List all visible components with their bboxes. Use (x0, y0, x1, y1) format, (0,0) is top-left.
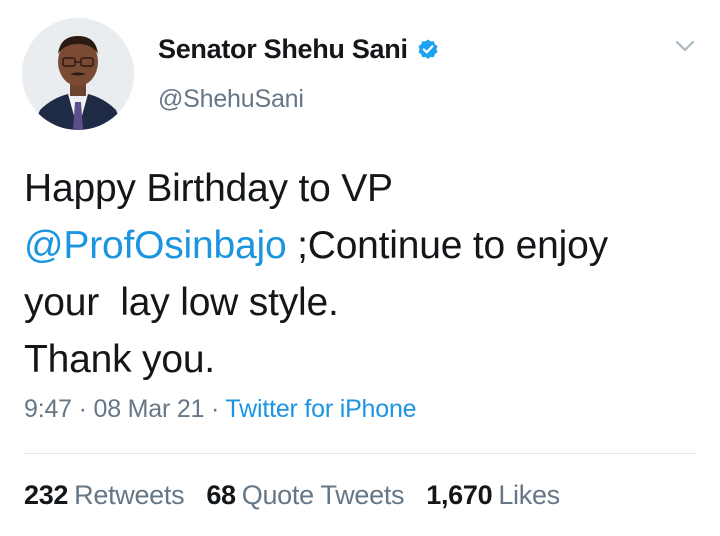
meta-separator: · (71, 395, 94, 423)
mention-link[interactable]: @ProfOsinbajo (24, 224, 287, 267)
quote-tweets-count: 68 (206, 480, 236, 510)
tweet-line-1: Happy Birthday to VP (24, 167, 393, 210)
likes-count: 1,670 (426, 480, 493, 510)
likes-stat[interactable]: 1,670 Likes (426, 480, 560, 511)
divider (24, 453, 696, 454)
profile-photo-icon (22, 18, 134, 130)
retweets-stat[interactable]: 232 Retweets (24, 480, 185, 511)
tweet-time[interactable]: 9:47 (24, 395, 72, 423)
tweet-stats: 232 Retweets 68 Quote Tweets 1,670 Likes (24, 480, 582, 511)
avatar[interactable] (22, 18, 134, 130)
chevron-down-icon[interactable] (673, 36, 697, 56)
tweet-line-2-text: ;Continue to enjoy (286, 224, 608, 267)
retweets-count: 232 (24, 480, 69, 510)
tweet-source-link[interactable]: Twitter for iPhone (225, 395, 416, 423)
quote-tweets-stat[interactable]: 68 Quote Tweets (206, 480, 404, 511)
tweet-line-3: your lay low style. (24, 281, 339, 324)
display-name-text: Senator Shehu Sani (158, 34, 408, 64)
tweet-line-4: Thank you. (24, 338, 215, 381)
verified-badge-icon (416, 38, 440, 62)
tweet-meta: 9:47 · 08 Mar 21 · Twitter for iPhone (24, 395, 417, 424)
display-name[interactable]: Senator Shehu Sani (158, 34, 440, 65)
user-handle[interactable]: @ShehuSani (158, 85, 304, 114)
tweet-text: Happy Birthday to VP @ProfOsinbajo ;Cont… (24, 160, 704, 388)
tweet-card: Senator Shehu Sani @ShehuSani Happy Birt… (0, 0, 720, 536)
quote-tweets-label: Quote Tweets (241, 480, 405, 510)
retweets-label: Retweets (74, 480, 185, 510)
tweet-line-2: @ProfOsinbajo ;Continue to enjoy (24, 217, 704, 274)
meta-separator: · (204, 395, 226, 423)
likes-label: Likes (498, 480, 560, 510)
tweet-date[interactable]: 08 Mar 21 (93, 395, 204, 423)
